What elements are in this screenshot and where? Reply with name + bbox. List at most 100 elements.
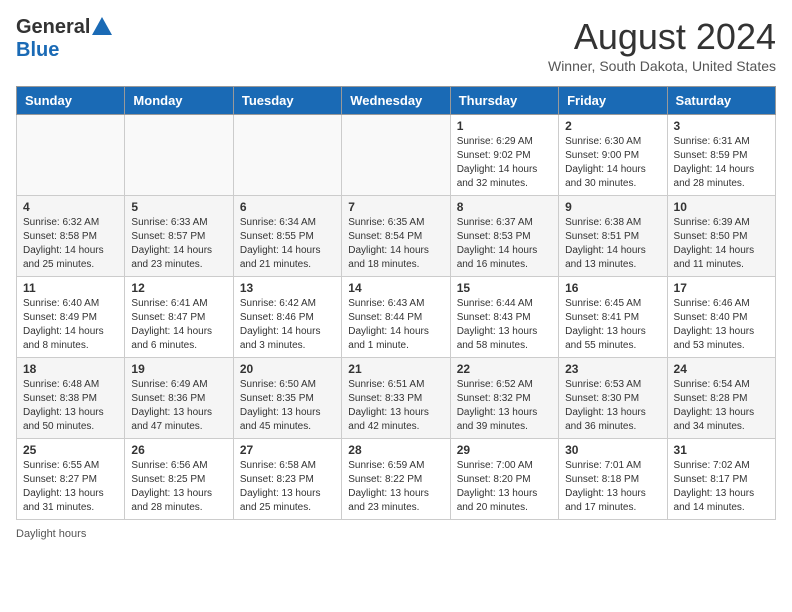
day-info: Sunrise: 6:37 AM Sunset: 8:53 PM Dayligh… [457,216,552,272]
calendar-day-header: Wednesday [342,87,450,115]
calendar-cell: 11 Sunrise: 6:40 AM Sunset: 8:49 PM Dayli… [17,277,125,358]
calendar-cell: 29Sunrise: 7:00 AM Sunset: 8:20 PM Dayli… [450,439,558,520]
day-info: Sunrise: 6:42 AM Sunset: 8:46 PM Dayligh… [240,297,335,353]
day-number: 5 [131,200,226,214]
calendar-cell: 30Sunrise: 7:01 AM Sunset: 8:18 PM Dayli… [559,439,667,520]
day-info: Sunrise: 6:53 AM Sunset: 8:30 PM Dayligh… [565,378,660,434]
day-number: 9 [565,200,660,214]
day-info: Sunrise: 6:34 AM Sunset: 8:55 PM Dayligh… [240,216,335,272]
day-number: 22 [457,362,552,376]
day-info: Sunrise: 7:02 AM Sunset: 8:17 PM Dayligh… [674,459,769,515]
day-number: 19 [131,362,226,376]
day-info: Sunrise: 6:40 AM Sunset: 8:49 PM Dayligh… [23,297,118,353]
footer-note: Daylight hours [16,528,776,540]
calendar-cell: 7Sunrise: 6:35 AM Sunset: 8:54 PM Daylig… [342,196,450,277]
calendar-header-row: SundayMondayTuesdayWednesdayThursdayFrid… [17,87,776,115]
calendar-week-row: 4 Sunrise: 6:32 AM Sunset: 8:58 PM Daylig… [17,196,776,277]
calendar-cell: 8 Sunrise: 6:37 AM Sunset: 8:53 PM Daylig… [450,196,558,277]
calendar-cell: 25Sunrise: 6:55 AM Sunset: 8:27 PM Dayli… [17,439,125,520]
day-info: Sunrise: 6:41 AM Sunset: 8:47 PM Dayligh… [131,297,226,353]
calendar-cell: 15 Sunrise: 6:44 AM Sunset: 8:43 PM Dayli… [450,277,558,358]
calendar-day-header: Sunday [17,87,125,115]
calendar-cell: 10 Sunrise: 6:39 AM Sunset: 8:50 PM Dayli… [667,196,775,277]
calendar-table: SundayMondayTuesdayWednesdayThursdayFrid… [16,86,776,520]
day-number: 13 [240,281,335,295]
calendar-cell: 18 Sunrise: 6:48 AM Sunset: 8:38 PM Dayli… [17,358,125,439]
day-number: 6 [240,200,335,214]
day-info: Sunrise: 6:43 AM Sunset: 8:44 PM Dayligh… [348,297,443,353]
day-number: 15 [457,281,552,295]
calendar-cell: 4 Sunrise: 6:32 AM Sunset: 8:58 PM Daylig… [17,196,125,277]
day-number: 24 [674,362,769,376]
calendar-cell: 12Sunrise: 6:41 AM Sunset: 8:47 PM Dayli… [125,277,233,358]
day-info: Sunrise: 6:56 AM Sunset: 8:25 PM Dayligh… [131,459,226,515]
day-number: 31 [674,443,769,457]
day-info: Sunrise: 7:01 AM Sunset: 8:18 PM Dayligh… [565,459,660,515]
calendar-week-row: 1Sunrise: 6:29 AM Sunset: 9:02 PM Daylig… [17,115,776,196]
calendar-cell: 14 Sunrise: 6:43 AM Sunset: 8:44 PM Dayli… [342,277,450,358]
month-year-title: August 2024 [548,16,776,58]
calendar-cell: 2 Sunrise: 6:30 AM Sunset: 9:00 PM Daylig… [559,115,667,196]
calendar-cell: 17Sunrise: 6:46 AM Sunset: 8:40 PM Dayli… [667,277,775,358]
logo-general-text: General [16,16,90,39]
day-number: 8 [457,200,552,214]
calendar-week-row: 18 Sunrise: 6:48 AM Sunset: 8:38 PM Dayli… [17,358,776,439]
daylight-hours-label: Daylight hours [16,528,86,540]
day-info: Sunrise: 6:30 AM Sunset: 9:00 PM Dayligh… [565,135,660,191]
day-number: 23 [565,362,660,376]
calendar-cell: 24 Sunrise: 6:54 AM Sunset: 8:28 PM Dayli… [667,358,775,439]
calendar-week-row: 25Sunrise: 6:55 AM Sunset: 8:27 PM Dayli… [17,439,776,520]
day-info: Sunrise: 6:35 AM Sunset: 8:54 PM Dayligh… [348,216,443,272]
day-number: 18 [23,362,118,376]
day-number: 29 [457,443,552,457]
calendar-day-header: Friday [559,87,667,115]
day-info: Sunrise: 6:46 AM Sunset: 8:40 PM Dayligh… [674,297,769,353]
day-info: Sunrise: 6:54 AM Sunset: 8:28 PM Dayligh… [674,378,769,434]
day-info: Sunrise: 6:50 AM Sunset: 8:35 PM Dayligh… [240,378,335,434]
day-info: Sunrise: 6:33 AM Sunset: 8:57 PM Dayligh… [131,216,226,272]
day-number: 1 [457,119,552,133]
calendar-cell: 26 Sunrise: 6:56 AM Sunset: 8:25 PM Dayli… [125,439,233,520]
day-info: Sunrise: 6:49 AM Sunset: 8:36 PM Dayligh… [131,378,226,434]
day-info: Sunrise: 6:32 AM Sunset: 8:58 PM Dayligh… [23,216,118,272]
calendar-cell: 22Sunrise: 6:52 AM Sunset: 8:32 PM Dayli… [450,358,558,439]
calendar-cell: 19 Sunrise: 6:49 AM Sunset: 8:36 PM Dayli… [125,358,233,439]
calendar-cell: 23 Sunrise: 6:53 AM Sunset: 8:30 PM Dayli… [559,358,667,439]
day-info: Sunrise: 6:59 AM Sunset: 8:22 PM Dayligh… [348,459,443,515]
calendar-cell [125,115,233,196]
calendar-cell [17,115,125,196]
day-info: Sunrise: 6:58 AM Sunset: 8:23 PM Dayligh… [240,459,335,515]
day-number: 11 [23,281,118,295]
logo: General Blue [16,16,112,62]
calendar-cell: 20 Sunrise: 6:50 AM Sunset: 8:35 PM Dayli… [233,358,341,439]
calendar-cell: 27 Sunrise: 6:58 AM Sunset: 8:23 PM Dayli… [233,439,341,520]
calendar-cell [342,115,450,196]
day-info: Sunrise: 6:39 AM Sunset: 8:50 PM Dayligh… [674,216,769,272]
day-info: Sunrise: 6:31 AM Sunset: 8:59 PM Dayligh… [674,135,769,191]
header: General Blue August 2024 Winner, South D… [16,16,776,74]
calendar-cell: 6 Sunrise: 6:34 AM Sunset: 8:55 PM Daylig… [233,196,341,277]
day-info: Sunrise: 6:48 AM Sunset: 8:38 PM Dayligh… [23,378,118,434]
day-info: Sunrise: 6:44 AM Sunset: 8:43 PM Dayligh… [457,297,552,353]
day-number: 2 [565,119,660,133]
day-number: 26 [131,443,226,457]
calendar-cell: 21Sunrise: 6:51 AM Sunset: 8:33 PM Dayli… [342,358,450,439]
logo-blue-text: Blue [16,39,59,62]
calendar-cell: 9 Sunrise: 6:38 AM Sunset: 8:51 PM Daylig… [559,196,667,277]
day-number: 3 [674,119,769,133]
calendar-cell [233,115,341,196]
day-number: 27 [240,443,335,457]
day-info: Sunrise: 6:38 AM Sunset: 8:51 PM Dayligh… [565,216,660,272]
day-number: 20 [240,362,335,376]
calendar-day-header: Saturday [667,87,775,115]
calendar-cell: 13 Sunrise: 6:42 AM Sunset: 8:46 PM Dayli… [233,277,341,358]
day-number: 10 [674,200,769,214]
calendar-cell: 28Sunrise: 6:59 AM Sunset: 8:22 PM Dayli… [342,439,450,520]
calendar-cell: 3 Sunrise: 6:31 AM Sunset: 8:59 PM Daylig… [667,115,775,196]
day-number: 16 [565,281,660,295]
calendar-cell: 31 Sunrise: 7:02 AM Sunset: 8:17 PM Dayli… [667,439,775,520]
calendar-day-header: Monday [125,87,233,115]
day-number: 14 [348,281,443,295]
day-number: 4 [23,200,118,214]
calendar-cell: 16Sunrise: 6:45 AM Sunset: 8:41 PM Dayli… [559,277,667,358]
